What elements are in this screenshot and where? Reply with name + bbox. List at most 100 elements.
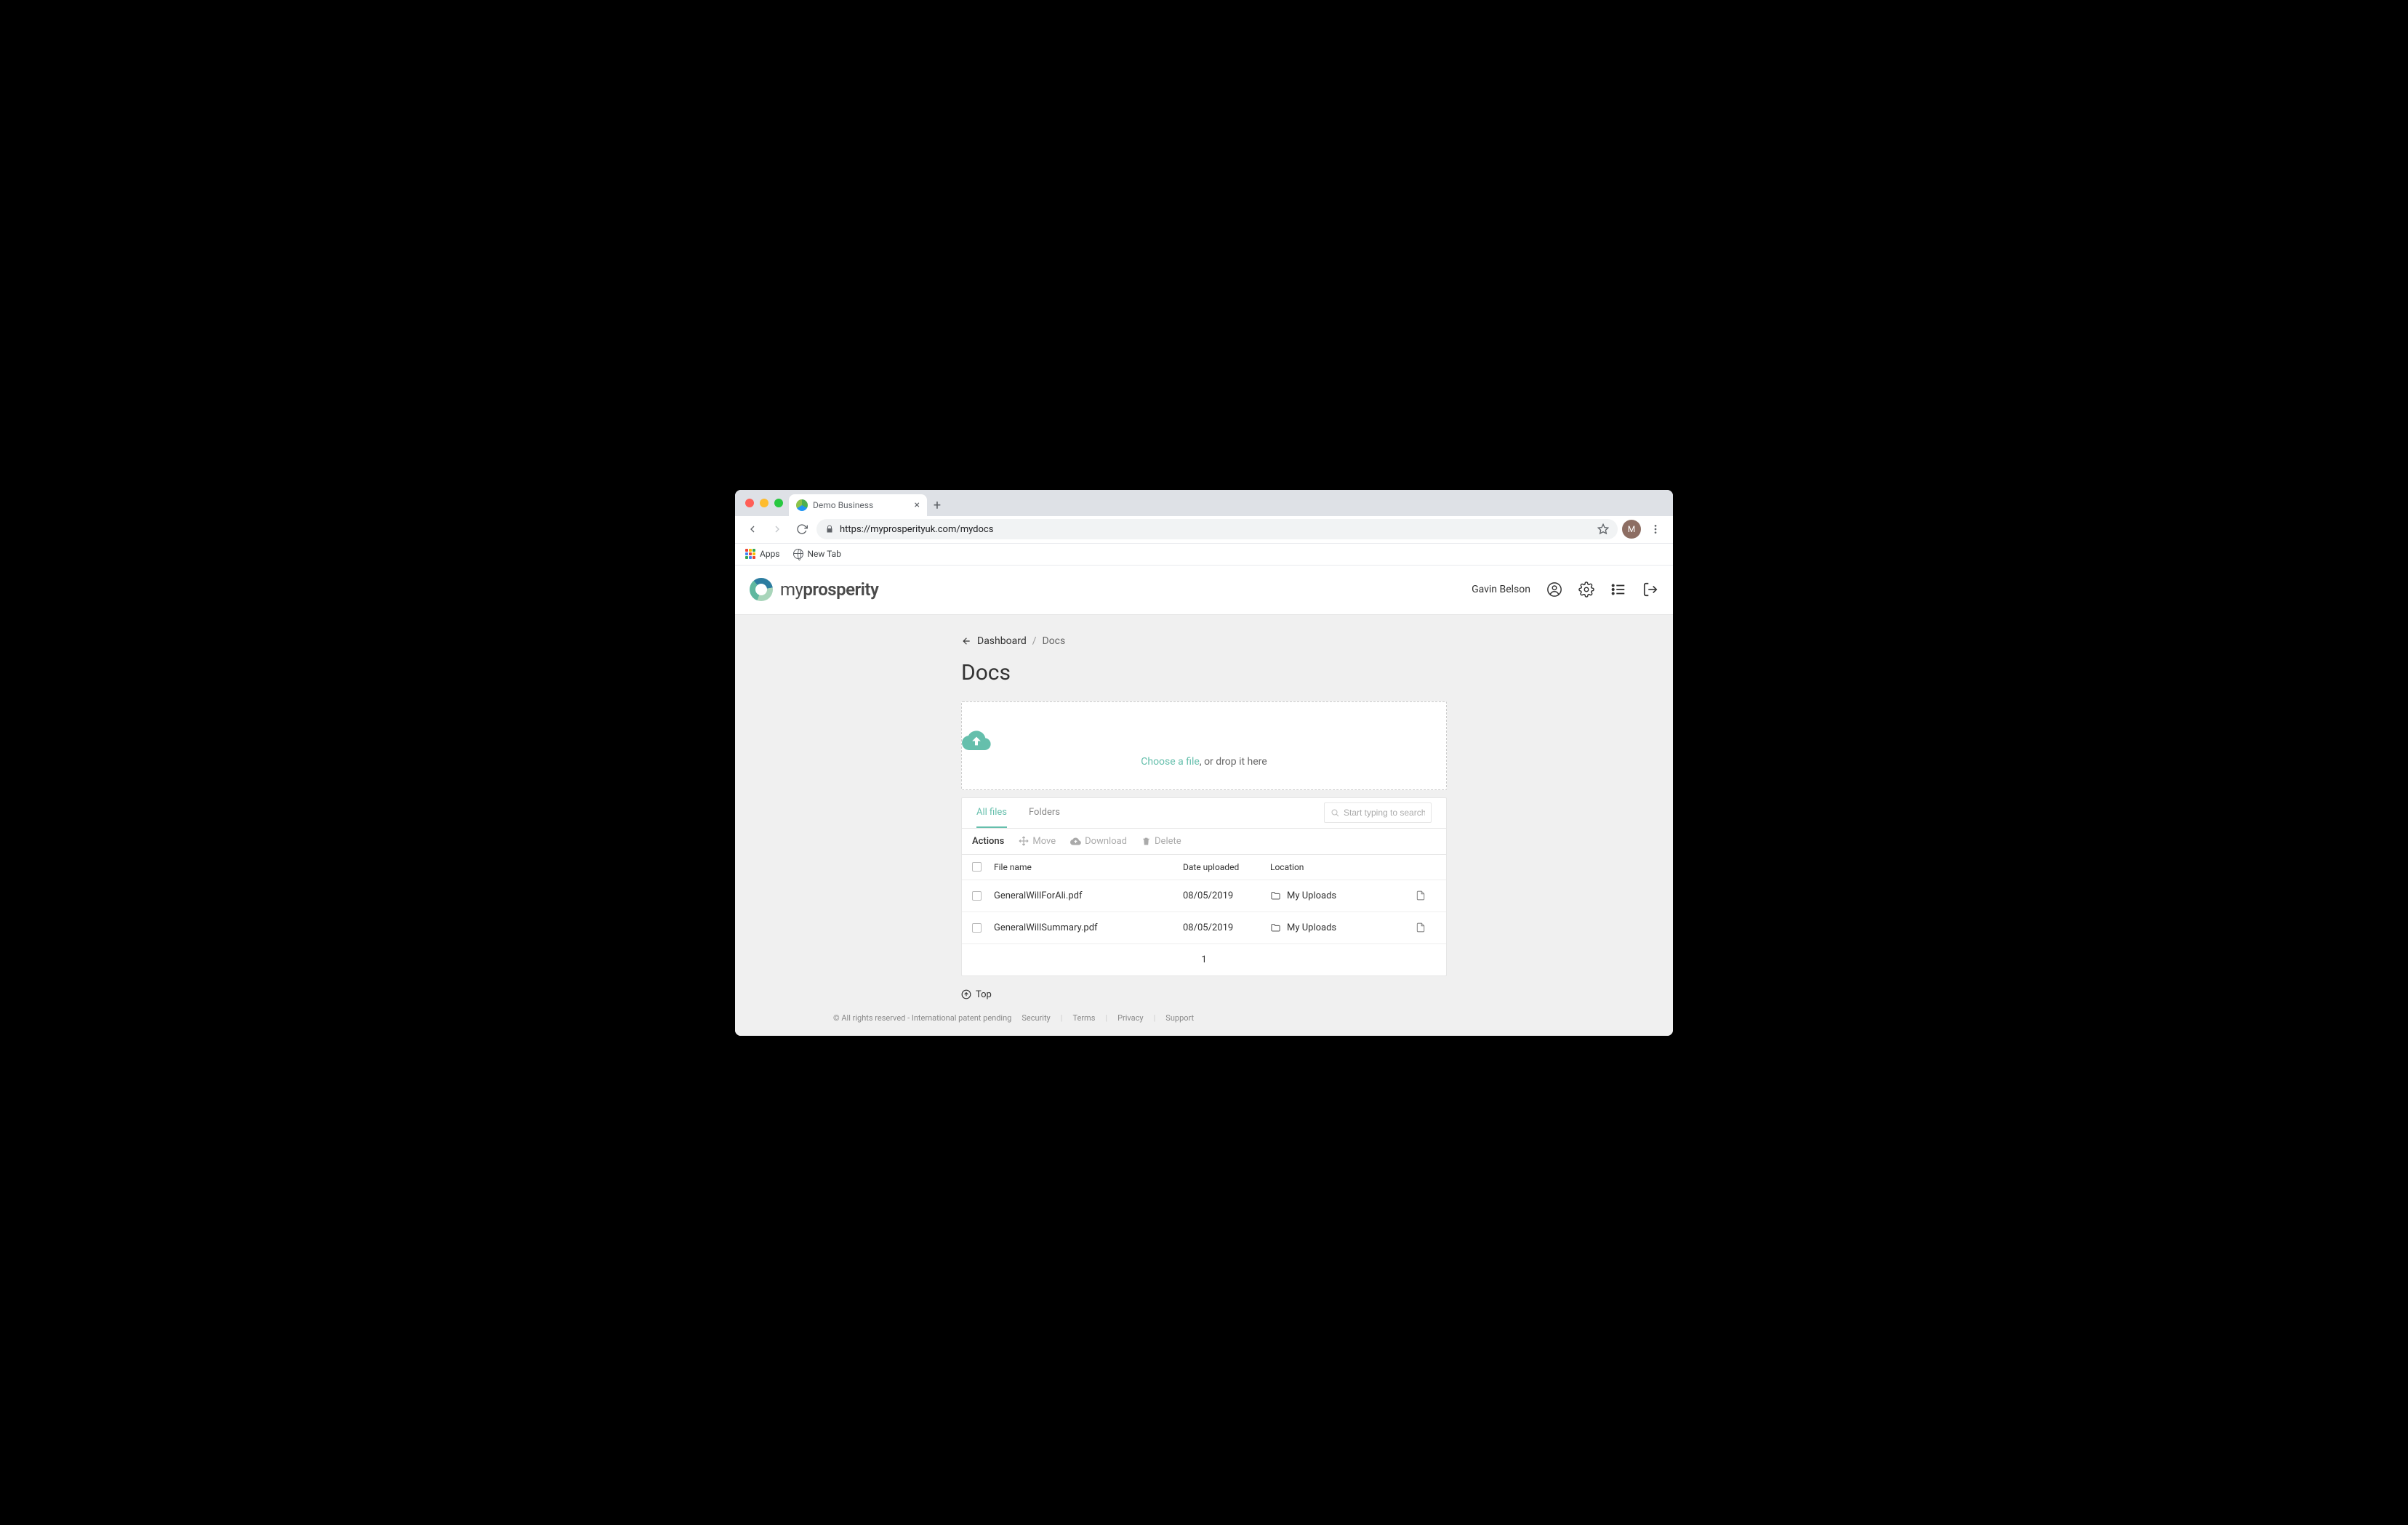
page-body: Dashboard / Docs Docs Choose a file, or … [735, 615, 1673, 1036]
delete-button[interactable]: Delete [1141, 836, 1181, 847]
file-name: GeneralWillForAli.pdf [994, 890, 1183, 901]
breadcrumb: Dashboard / Docs [961, 635, 1447, 647]
footer-support-link[interactable]: Support [1165, 1013, 1194, 1023]
header-file-name: File name [994, 862, 1183, 872]
new-tab-button[interactable]: + [927, 496, 947, 516]
table-header: File name Date uploaded Location [962, 855, 1446, 880]
table-row[interactable]: GeneralWillSummary.pdf 08/05/2019 My Upl… [962, 912, 1446, 944]
row-checkbox[interactable] [972, 891, 982, 901]
header-actions: Gavin Belson [1472, 582, 1658, 597]
select-all-checkbox[interactable] [972, 862, 982, 872]
header-location: Location [1270, 862, 1416, 872]
lock-icon [825, 525, 834, 534]
tab-folders[interactable]: Folders [1029, 798, 1060, 828]
move-label: Move [1032, 836, 1056, 847]
document-icon[interactable] [1416, 922, 1436, 933]
files-card: All files Folders Actions Move [961, 797, 1447, 976]
window-controls [745, 499, 783, 507]
location-text: My Uploads [1287, 922, 1336, 933]
content-container: Dashboard / Docs Docs Choose a file, or … [961, 615, 1447, 1000]
file-name: GeneralWillSummary.pdf [994, 922, 1183, 933]
new-tab-bookmark[interactable]: New Tab [793, 549, 841, 559]
app-header: myprosperity Gavin Belson [735, 566, 1673, 615]
folder-icon [1270, 890, 1281, 901]
breadcrumb-back-icon[interactable] [961, 636, 971, 646]
new-tab-label: New Tab [808, 549, 841, 559]
url-text: https://myprosperityuk.com/mydocs [840, 524, 993, 535]
brand-logo[interactable]: myprosperity [750, 578, 878, 601]
row-checkbox[interactable] [972, 923, 982, 933]
footer-copyright: © All rights reserved - International pa… [833, 1013, 1011, 1023]
footer-terms-link[interactable]: Terms [1072, 1013, 1095, 1023]
apps-bookmark[interactable]: Apps [745, 549, 780, 559]
top-link[interactable]: Top [961, 989, 1447, 1000]
file-date: 08/05/2019 [1183, 890, 1270, 901]
close-window-button[interactable] [745, 499, 754, 507]
file-dropzone[interactable]: Choose a file, or drop it here [961, 701, 1447, 790]
tab-all-files[interactable]: All files [976, 798, 1007, 828]
logo-mark-icon [750, 578, 773, 601]
header-date-uploaded: Date uploaded [1183, 862, 1270, 872]
close-tab-button[interactable]: × [915, 499, 920, 511]
pagination-page[interactable]: 1 [962, 944, 1446, 975]
bookmarks-bar: Apps New Tab [735, 544, 1673, 566]
location-text: My Uploads [1287, 890, 1336, 901]
forward-button[interactable] [767, 519, 787, 539]
search-field-wrap [1324, 802, 1432, 823]
download-label: Download [1085, 836, 1127, 847]
brand-bold: prosperity [803, 579, 878, 600]
apps-label: Apps [760, 549, 780, 559]
actions-label: Actions [972, 836, 1004, 847]
footer: © All rights reserved - International pa… [735, 1000, 1673, 1036]
search-input[interactable] [1344, 808, 1425, 818]
footer-inner: © All rights reserved - International pa… [819, 1013, 1589, 1023]
table-row[interactable]: GeneralWillForAli.pdf 08/05/2019 My Uplo… [962, 880, 1446, 912]
choose-file-link[interactable]: Choose a file [1141, 756, 1200, 768]
file-location: My Uploads [1270, 922, 1416, 933]
favicon-icon [796, 499, 808, 511]
apps-grid-icon [745, 549, 755, 559]
footer-privacy-link[interactable]: Privacy [1117, 1013, 1144, 1023]
maximize-window-button[interactable] [774, 499, 783, 507]
move-button[interactable]: Move [1019, 836, 1056, 847]
delete-label: Delete [1155, 836, 1181, 847]
breadcrumb-separator: / [1032, 635, 1037, 647]
page-title: Docs [961, 660, 1447, 685]
browser-menu-button[interactable] [1645, 523, 1666, 535]
browser-tab[interactable]: Demo Business × [789, 494, 927, 516]
document-icon[interactable] [1416, 890, 1436, 901]
top-link-label: Top [976, 989, 992, 1000]
file-location: My Uploads [1270, 890, 1416, 901]
download-button[interactable]: Download [1070, 836, 1127, 847]
settings-icon[interactable] [1578, 582, 1594, 597]
list-icon[interactable] [1610, 582, 1626, 597]
search-icon [1331, 808, 1339, 817]
brand-text: myprosperity [780, 579, 878, 600]
footer-security-link[interactable]: Security [1022, 1013, 1050, 1023]
cloud-upload-icon [962, 728, 1446, 750]
user-name: Gavin Belson [1472, 584, 1530, 595]
user-icon[interactable] [1546, 582, 1562, 597]
bookmark-star-icon[interactable] [1597, 523, 1609, 535]
minimize-window-button[interactable] [760, 499, 768, 507]
back-button[interactable] [742, 519, 763, 539]
browser-tab-bar: Demo Business × + [735, 490, 1673, 516]
reload-button[interactable] [792, 519, 812, 539]
browser-toolbar: https://myprosperityuk.com/mydocs M [735, 516, 1673, 544]
globe-icon [793, 549, 803, 559]
browser-window: Demo Business × + https://myprosperityuk… [735, 490, 1673, 1036]
profile-avatar[interactable]: M [1622, 520, 1641, 539]
file-date: 08/05/2019 [1183, 922, 1270, 933]
breadcrumb-dashboard-link[interactable]: Dashboard [977, 635, 1027, 647]
card-tabs: All files Folders [962, 798, 1446, 829]
tab-title: Demo Business [813, 500, 873, 510]
dropzone-rest: , or drop it here [1200, 756, 1267, 768]
actions-bar: Actions Move Download Delete [962, 829, 1446, 855]
dropzone-text: Choose a file, or drop it here [962, 756, 1446, 768]
folder-icon [1270, 922, 1281, 933]
logout-icon[interactable] [1642, 582, 1658, 597]
avatar-initial: M [1628, 524, 1635, 534]
brand-light: my [780, 579, 803, 600]
address-bar[interactable]: https://myprosperityuk.com/mydocs [816, 519, 1618, 539]
breadcrumb-current: Docs [1043, 635, 1066, 647]
